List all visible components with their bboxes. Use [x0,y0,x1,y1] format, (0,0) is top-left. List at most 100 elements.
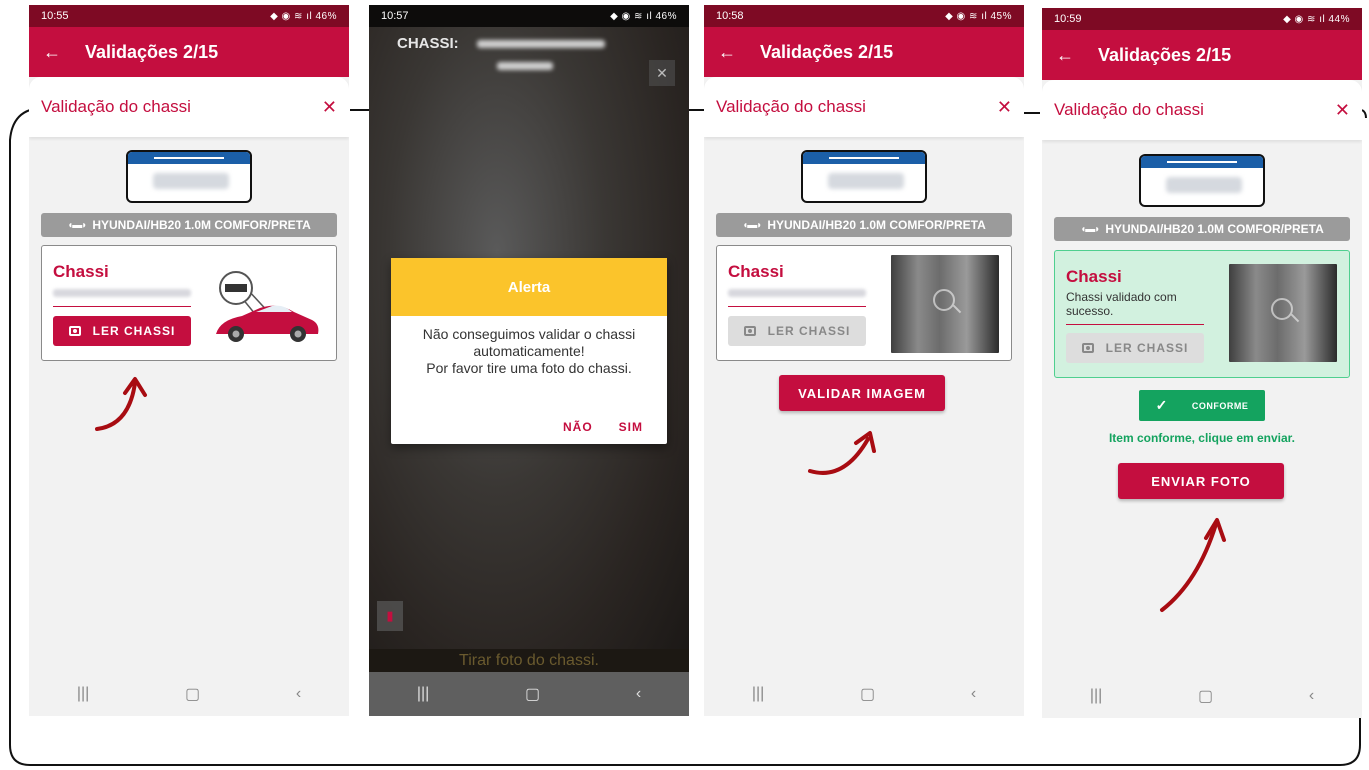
battery-level: 44% [1328,13,1350,25]
app-bar-title: Validações 2/15 [760,41,894,62]
battery-level: 45% [990,10,1012,22]
battery-level: 46% [315,10,337,22]
signal-icon: ◆ ◉ ≋ ıl [610,10,656,22]
status-bar: 10:55 ◆ ◉ ≋ ıl 46% [29,5,349,27]
car-illustration-icon [216,271,319,342]
read-chassis-button[interactable]: LER CHASSI [728,316,866,346]
license-plate [126,150,252,203]
chassis-card: Chassi LER CHASSI [716,245,1012,361]
camera-caption: Tirar foto do chassi. [369,649,689,673]
vehicle-model-badge: ◖▬◗ HYUNDAI/HB20 1.0M COMFOR/PRETA [41,213,337,237]
screen-2: 10:57 ◆ ◉ ≋ ıl 46% CHASSI: ✕ Alerta Não … [369,5,689,716]
home-icon[interactable]: ▢ [185,684,200,704]
screen-3: 10:58 ◆ ◉ ≋ ıl 45% ← Validações 2/15 Val… [704,5,1024,716]
alert-no-button[interactable]: NÃO [563,420,593,434]
app-bar: ← Validações 2/15 [29,27,349,77]
close-camera-icon[interactable]: ✕ [649,60,675,86]
close-icon[interactable]: ✕ [322,97,337,118]
alert-dialog: Alerta Não conseguimos validar o chassi … [391,258,667,444]
alert-yes-button[interactable]: SIM [619,420,643,434]
car-icon: ◖▬◗ [742,219,762,231]
recent-apps-icon[interactable]: ||| [752,685,764,703]
camera-icon [68,326,81,336]
chassis-number-redacted [477,40,605,48]
chassis-number-redacted [53,289,191,297]
signal-icon: ◆ ◉ ≋ ıl [1283,13,1329,25]
chassis-card: Chassi Chassi validado com sucesso. LER … [1054,250,1350,378]
hint-arrow-icon [1160,518,1226,612]
app-bar: ← Validações 2/15 [704,27,1024,77]
status-time: 10:55 [41,10,69,22]
screen-4: 10:59 ◆ ◉ ≋ ıl 44% ← Validações 2/15 Val… [1042,8,1362,718]
check-icon: ✓ [1155,397,1168,413]
camera-icon [1081,343,1094,353]
status-bar: 10:58 ◆ ◉ ≋ ıl 45% [704,5,1024,27]
vehicle-model-text: HYUNDAI/HB20 1.0M COMFOR/PRETA [767,218,986,232]
recent-apps-icon[interactable]: ||| [77,685,89,703]
camera-chassis-label: CHASSI: [397,35,459,52]
plate-number-redacted [497,62,553,70]
signal-icon: ◆ ◉ ≋ ıl [270,10,316,22]
back-arrow-icon[interactable]: ← [43,42,85,63]
battery-level: 46% [655,10,677,22]
status-bar: 10:59 ◆ ◉ ≋ ıl 44% [1042,8,1362,30]
status-time: 10:59 [1054,13,1082,25]
app-bar-title: Validações 2/15 [85,41,219,62]
system-back-icon[interactable]: ‹ [636,685,641,703]
system-back-icon[interactable]: ‹ [1309,687,1314,705]
read-chassis-button[interactable]: LER CHASSI [53,316,191,346]
system-nav-bar: ||| ▢ ‹ [704,672,1024,716]
chassis-card-title: Chassi [1066,267,1122,286]
system-back-icon[interactable]: ‹ [971,685,976,703]
license-plate [801,150,927,203]
chassis-number-redacted [728,289,866,297]
sheet-title: Validação do chassi [41,97,191,116]
hint-arrow-icon [808,431,876,475]
send-photo-button[interactable]: ENVIAR FOTO [1118,463,1284,499]
screen-1: 10:55 ◆ ◉ ≋ ıl 46% ← Validações 2/15 Val… [29,5,349,716]
recent-apps-icon[interactable]: ||| [1090,687,1102,705]
system-nav-bar: ||| ▢ ‹ [369,672,689,716]
chassis-photo-thumbnail[interactable] [891,255,999,353]
home-icon[interactable]: ▢ [525,684,540,704]
alert-actions: NÃO SIM [563,420,643,434]
system-back-icon[interactable]: ‹ [296,685,301,703]
status-time: 10:58 [716,10,744,22]
chassis-card-title: Chassi [53,262,109,281]
chassis-photo-thumbnail[interactable] [1229,264,1337,362]
sheet-header: Validação do chassi ✕ [704,77,1024,137]
home-icon[interactable]: ▢ [860,684,875,704]
conforme-badge[interactable]: ✓ CONFORME [1139,390,1265,421]
sheet-header: Validação do chassi ✕ [1042,80,1362,140]
read-chassis-button[interactable]: LER CHASSI [1066,333,1204,363]
tutorial-canvas: 10:55 ◆ ◉ ≋ ıl 46% ← Validações 2/15 Val… [0,0,1369,770]
recent-apps-icon[interactable]: ||| [417,685,429,703]
close-icon[interactable]: ✕ [1335,100,1350,121]
app-bar-title: Validações 2/15 [1098,44,1232,65]
vehicle-model-text: HYUNDAI/HB20 1.0M COMFOR/PRETA [92,218,311,232]
flashlight-icon[interactable]: ▮ [377,601,403,631]
chassis-success-message: Chassi validado com sucesso. [1066,290,1177,318]
alert-title: Alerta [391,258,667,316]
zoom-icon [933,289,955,311]
car-icon: ◖▬◗ [67,219,87,231]
status-bar: 10:57 ◆ ◉ ≋ ıl 46% [369,5,689,27]
system-nav-bar: ||| ▢ ‹ [29,672,349,716]
chassis-card: Chassi LER CHASSI [41,245,337,361]
app-bar: ← Validações 2/15 [1042,30,1362,80]
close-icon[interactable]: ✕ [997,97,1012,118]
back-arrow-icon[interactable]: ← [1056,45,1098,66]
chassis-card-title: Chassi [728,262,784,281]
back-arrow-icon[interactable]: ← [718,42,760,63]
system-nav-bar: ||| ▢ ‹ [1042,674,1362,718]
zoom-icon [1271,298,1293,320]
sheet-title: Validação do chassi [716,97,866,116]
home-icon[interactable]: ▢ [1198,686,1213,706]
signal-icon: ◆ ◉ ≋ ıl [945,10,991,22]
vehicle-model-badge: ◖▬◗ HYUNDAI/HB20 1.0M COMFOR/PRETA [1054,217,1350,241]
status-time: 10:57 [381,10,409,22]
conforme-message: Item conforme, clique em enviar. [1108,431,1296,445]
validate-image-button[interactable]: VALIDAR IMAGEM [779,375,945,411]
alert-message: Não conseguimos validar o chassi automat… [422,326,636,376]
camera-icon [743,326,756,336]
